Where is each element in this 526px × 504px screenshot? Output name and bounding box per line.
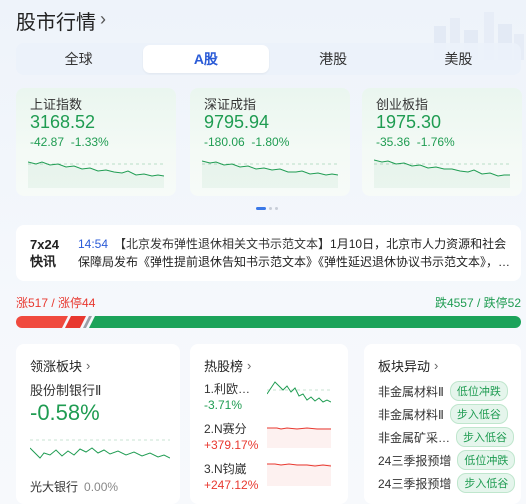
chevron-right-icon: › <box>100 9 106 29</box>
hot-stock-sparkline <box>267 463 331 486</box>
tab-hk-shares[interactable]: 港股 <box>271 43 396 75</box>
breadth-bar <box>16 316 521 328</box>
index-price: 9795.94 <box>204 112 270 132</box>
news-flash[interactable]: 7x24 快讯 14:54 【北京发布弹性退休相关文书示范文本】1月10日，北京市… <box>16 225 521 281</box>
sector-movement-card[interactable]: 板块异动 › 非金属材料Ⅱ 低位冲跌 非金属材料Ⅱ 步入低谷 非金属矿采… 步入低谷 2… <box>364 344 521 504</box>
movement-item[interactable]: 非金属材料Ⅱ 低位冲跌 <box>378 381 508 401</box>
chevron-right-icon: › <box>247 358 252 373</box>
news-headline: 【北京发布弹性退休相关文书示范文本】 <box>114 237 331 251</box>
leading-sector-card[interactable]: 领涨板块 › 股份制银行Ⅱ -0.58% 光大银行 0.00% <box>16 344 180 504</box>
index-sparkline <box>202 160 338 188</box>
market-tabs: 全球 A股 港股 美股 <box>16 43 521 75</box>
sector-sparkline <box>30 439 170 459</box>
hot-stock-item[interactable]: 1.利欧… -3.71% <box>204 381 250 413</box>
hot-stocks-title[interactable]: 热股榜 › <box>204 356 251 375</box>
sector-movement-title[interactable]: 板块异动 › <box>378 356 438 375</box>
movement-item[interactable]: 24三季报预增 步入低谷 <box>378 473 516 493</box>
index-card-shenzhen[interactable]: 深证成指 9795.94 -180.06 -1.80% <box>190 88 350 196</box>
carousel-pager <box>256 207 278 210</box>
tab-a-shares[interactable]: A股 <box>143 45 269 73</box>
news-time: 14:54 <box>78 237 109 251</box>
index-sparkline <box>374 159 510 188</box>
hot-stock-sparkline <box>267 427 331 448</box>
movement-tag: 步入低谷 <box>457 473 516 493</box>
index-sparkline <box>28 161 164 188</box>
movement-tag: 步入低谷 <box>449 404 508 424</box>
index-change: -42.87 -1.33% <box>30 135 109 149</box>
page-title-text: 股市行情 <box>16 12 96 34</box>
chevron-right-icon: › <box>434 358 439 373</box>
chevron-right-icon: › <box>86 358 91 373</box>
movement-item[interactable]: 非金属材料Ⅱ 步入低谷 <box>378 404 508 424</box>
sector-leader: 光大银行 0.00% <box>30 480 119 494</box>
pager-dot[interactable] <box>269 207 272 210</box>
tab-us-shares[interactable]: 美股 <box>396 43 521 75</box>
news-badge: 7x24 快讯 <box>30 237 59 269</box>
index-change: -180.06 -1.80% <box>204 135 290 149</box>
leading-sector-title[interactable]: 领涨板块 › <box>30 356 90 375</box>
movement-item[interactable]: 24三季报预增 低位冲跌 <box>378 450 516 470</box>
hot-stocks-card[interactable]: 热股榜 › 1.利欧… -3.71% 2.N赛分 +379.17% 3.N钧崴 +… <box>190 344 348 504</box>
advancers-label: 涨517 / 涨停44 <box>16 296 96 310</box>
pager-dot[interactable] <box>275 207 278 210</box>
limit-up-segment <box>65 316 86 328</box>
sector-pct: -0.58% <box>30 400 100 425</box>
movement-tag: 低位冲跌 <box>449 381 508 401</box>
hot-stock-item[interactable]: 2.N赛分 +379.17% <box>204 421 258 453</box>
decliners-segment <box>89 316 521 328</box>
news-text: 14:54 【北京发布弹性退休相关文书示范文本】1月10日，北京市人力资源和社会保… <box>78 235 513 271</box>
sector-name: 股份制银行Ⅱ <box>30 383 102 398</box>
movement-item[interactable]: 非金属矿采… 步入低谷 <box>378 427 515 447</box>
hot-stock-sparkline <box>267 381 331 403</box>
movement-tag: 低位冲跌 <box>457 450 516 470</box>
movement-tag: 步入低谷 <box>456 427 515 447</box>
index-card-shanghai[interactable]: 上证指数 3168.52 -42.87 -1.33% <box>16 88 176 196</box>
index-name: 深证成指 <box>204 97 257 112</box>
tab-global[interactable]: 全球 <box>16 43 141 75</box>
index-name: 创业板指 <box>376 97 429 112</box>
page-title[interactable]: 股市行情 › <box>16 6 106 35</box>
decliners-label: 跌4557 / 跌停52 <box>434 296 521 310</box>
index-name: 上证指数 <box>30 97 83 112</box>
index-card-chinext[interactable]: 创业板指 1975.30 -35.36 -1.76% <box>362 88 522 196</box>
index-change: -35.36 -1.76% <box>376 135 455 149</box>
index-price: 3168.52 <box>30 112 96 132</box>
advancers-segment <box>16 316 68 328</box>
pager-dot-active[interactable] <box>256 207 266 210</box>
index-price: 1975.30 <box>376 112 442 132</box>
hot-stock-item[interactable]: 3.N钧崴 +247.12% <box>204 461 258 493</box>
